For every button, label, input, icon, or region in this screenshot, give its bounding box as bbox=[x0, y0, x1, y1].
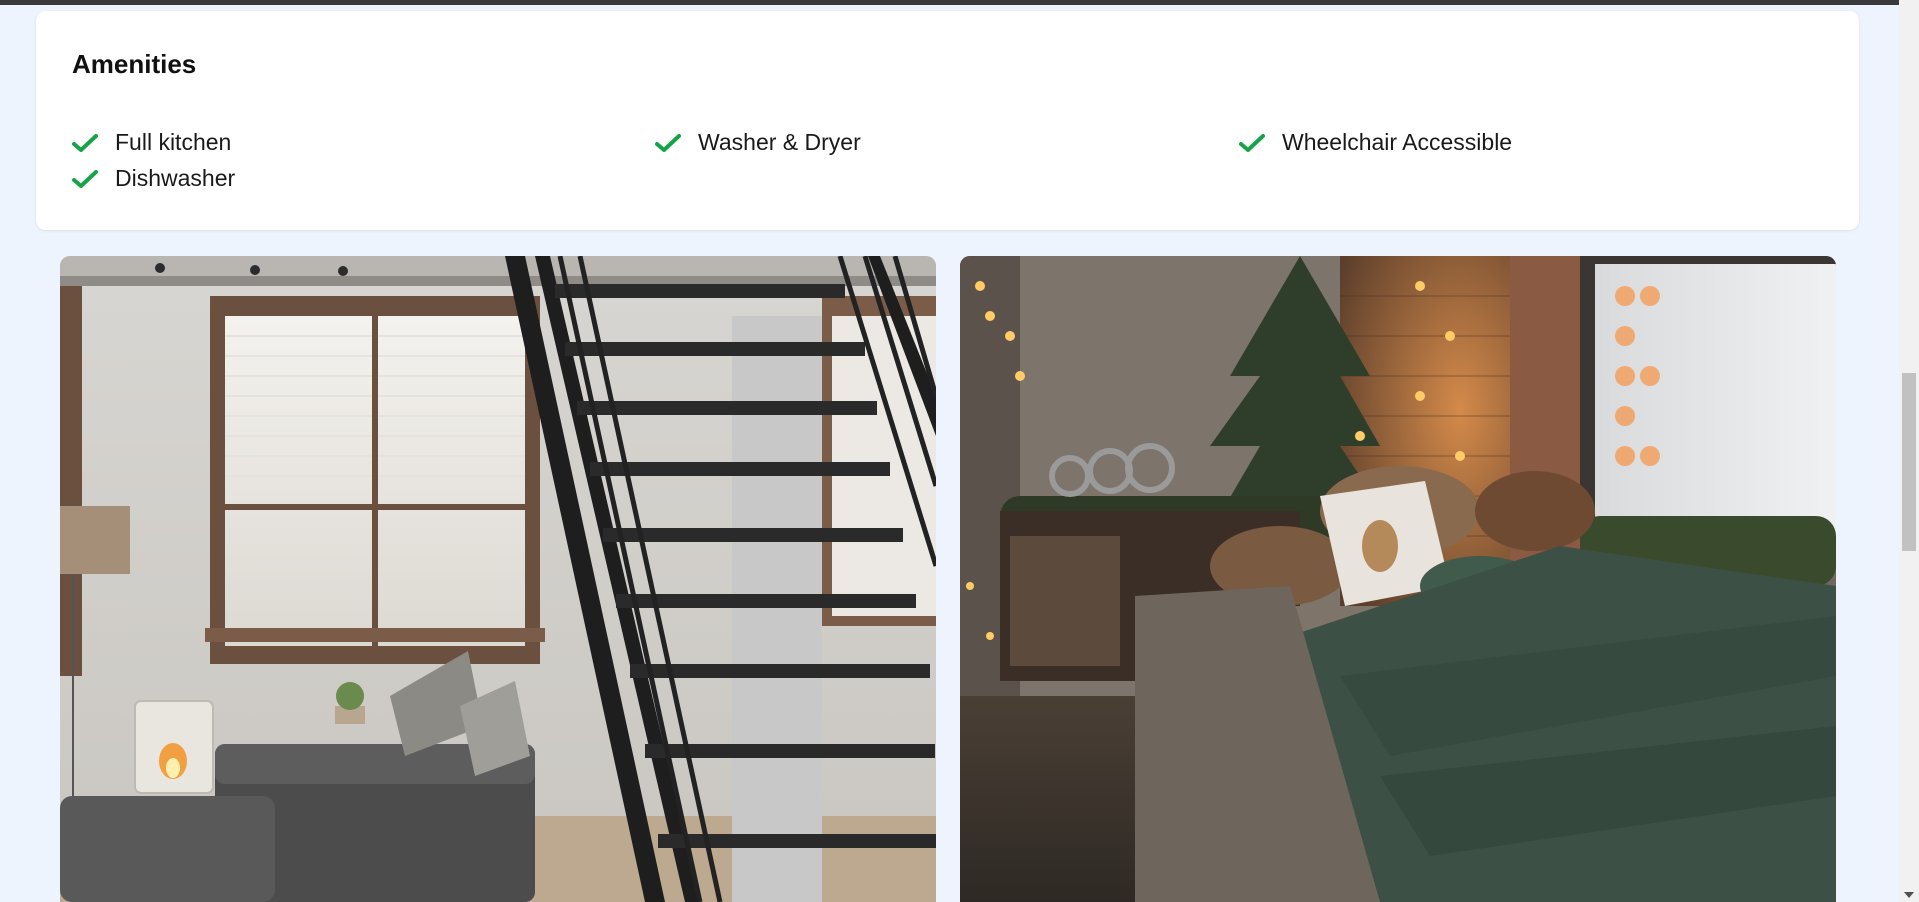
amenity-item: Washer & Dryer bbox=[655, 129, 861, 156]
amenities-card: Amenities Full kitchen Washer & Dryer Wh… bbox=[36, 11, 1859, 230]
amenity-item: Wheelchair Accessible bbox=[1239, 129, 1512, 156]
gallery-photo-bedroom[interactable] bbox=[960, 256, 1836, 902]
amenity-item: Full kitchen bbox=[72, 129, 231, 156]
scrollbar-thumb[interactable] bbox=[1902, 373, 1916, 551]
living-room-image bbox=[60, 256, 936, 902]
amenity-label: Wheelchair Accessible bbox=[1282, 129, 1513, 155]
amenities-title: Amenities bbox=[72, 49, 197, 79]
scroll-down-arrow-icon[interactable] bbox=[1904, 892, 1914, 898]
amenity-label: Dishwasher bbox=[115, 165, 236, 191]
gallery-photo-living-room[interactable] bbox=[60, 256, 936, 902]
top-edge-bar bbox=[0, 0, 1899, 5]
check-icon bbox=[1239, 133, 1265, 152]
amenity-item: Dishwasher bbox=[72, 165, 235, 192]
page-viewport: Amenities Full kitchen Washer & Dryer Wh… bbox=[0, 0, 1899, 902]
vertical-scrollbar[interactable] bbox=[1899, 0, 1919, 902]
check-icon bbox=[72, 169, 98, 188]
check-icon bbox=[72, 133, 98, 152]
check-icon bbox=[655, 133, 681, 152]
amenity-label: Full kitchen bbox=[115, 129, 232, 155]
bedroom-image bbox=[960, 256, 1836, 902]
amenity-label: Washer & Dryer bbox=[698, 129, 861, 155]
